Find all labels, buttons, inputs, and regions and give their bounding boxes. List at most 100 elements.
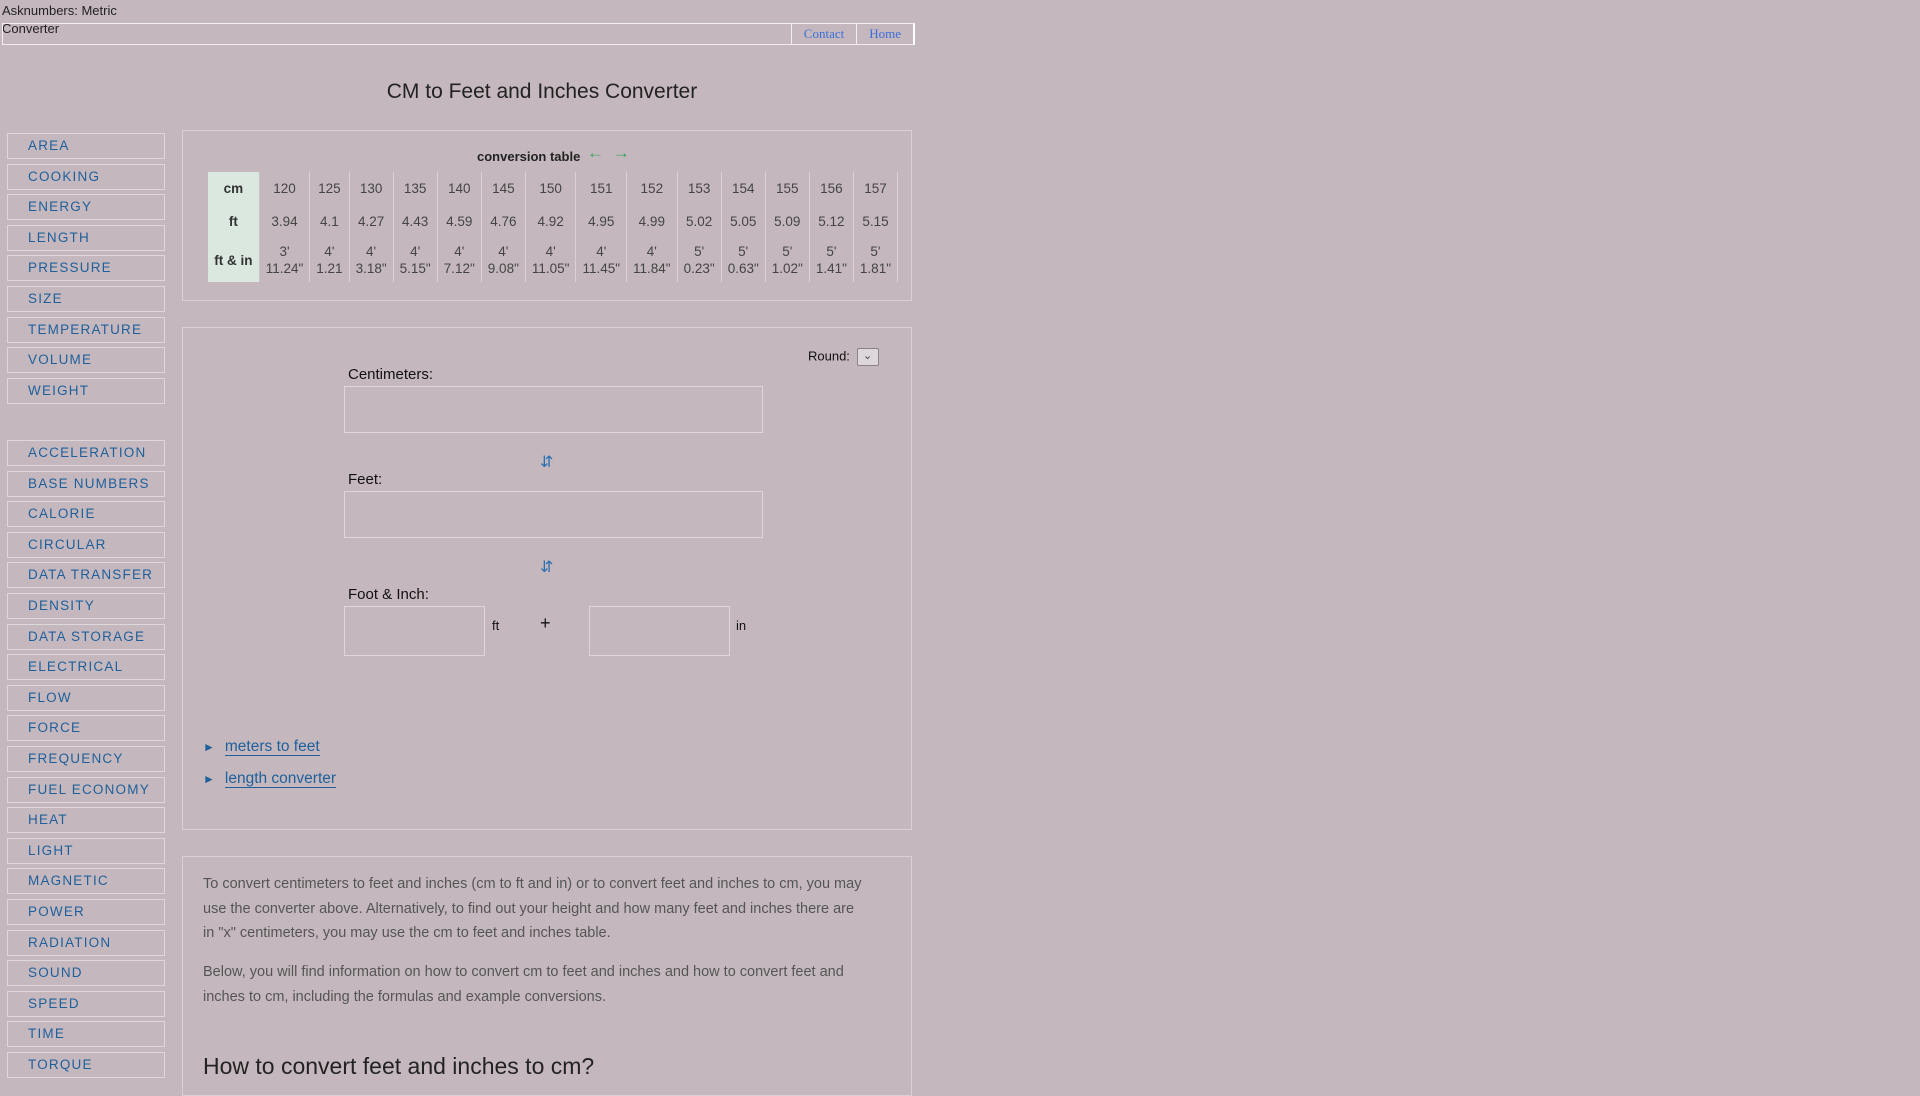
- related-link-length-converter: ► length converter: [203, 770, 337, 788]
- table-cell-ft: 4.1: [309, 205, 350, 238]
- table-cell-cm: 153: [677, 172, 722, 205]
- sidebar-item-circular[interactable]: CIRCULAR: [7, 531, 165, 558]
- sidebar-item-base-numbers[interactable]: BASE NUMBERS: [7, 470, 165, 497]
- article-paragraph-2: Below, you will find information on how …: [203, 964, 844, 1005]
- sidebar-item-acceleration[interactable]: ACCELERATION: [7, 440, 165, 466]
- table-cell-cm: 152: [626, 172, 678, 205]
- round-label: Round:: [808, 348, 850, 364]
- swap-arrows-icon: ⇵: [540, 559, 554, 576]
- contact-link[interactable]: Contact: [790, 24, 856, 44]
- table-cell-cm: 155: [765, 172, 810, 205]
- table-cell-ftin: 5' 1.81": [853, 238, 898, 282]
- sidebar-item-power[interactable]: POWER: [7, 898, 165, 925]
- table-cell-ft: 5.12: [809, 205, 854, 238]
- chevron-down-icon: ⌄: [862, 350, 873, 362]
- sidebar-item-light[interactable]: LIGHT: [7, 837, 165, 864]
- ftin-feet: 4': [324, 244, 335, 259]
- table-cell-ft: 5.15: [853, 205, 898, 238]
- feet-label: Feet:: [348, 471, 383, 488]
- sidebar-item-radiation[interactable]: RADIATION: [7, 929, 165, 956]
- ftin-feet: 5': [782, 244, 793, 259]
- meters-to-feet-link[interactable]: meters to feet: [224, 738, 320, 756]
- sidebar-item-volume[interactable]: VOLUME: [7, 347, 165, 374]
- page-title: CM to Feet and Inches Converter: [386, 80, 698, 103]
- table-scroll-arrows[interactable]: ← →: [587, 143, 632, 163]
- sidebar-item-time[interactable]: TIME: [7, 1021, 165, 1048]
- sidebar-item-heat[interactable]: HEAT: [7, 807, 165, 834]
- sidebar-primary: AREA COOKING ENERGY LENGTH PRESSURE SIZE TEMPE…: [7, 133, 165, 408]
- table-cell-ft: 4.27: [349, 205, 394, 238]
- sidebar-item-area[interactable]: AREA: [7, 133, 165, 159]
- sidebar-item-force[interactable]: FORCE: [7, 715, 165, 742]
- article-paragraph-1: To convert centimeters to feet and inche…: [203, 876, 862, 941]
- table-cell-ftin: 4' 5.15": [393, 238, 438, 282]
- sidebar-item-frequency[interactable]: FREQUENCY: [7, 745, 165, 772]
- ftin-feet: 4': [596, 244, 607, 259]
- foot-input[interactable]: [344, 606, 485, 656]
- table-cell-ftin: 5' 0.63": [721, 238, 766, 282]
- sidebar-item-cooking[interactable]: COOKING: [7, 163, 165, 190]
- ftin-inches: 0.23": [683, 261, 715, 276]
- in-unit-label: in: [736, 618, 747, 633]
- ftin-feet: 5': [870, 244, 881, 259]
- sidebar-item-temperature[interactable]: TEMPERATURE: [7, 316, 165, 343]
- ftin-feet: 4': [410, 244, 421, 259]
- table-cell-ftin: 5' 0.23": [677, 238, 722, 282]
- sidebar-item-pressure[interactable]: PRESSURE: [7, 255, 165, 282]
- table-cell-cm: 151: [575, 172, 628, 205]
- sidebar-item-speed[interactable]: SPEED: [7, 990, 165, 1017]
- conversion-table-panel: conversion table ← → cm 120 125 130 135 140 14…: [182, 130, 912, 301]
- sidebar-item-torque[interactable]: TORQUE: [7, 1051, 165, 1078]
- sidebar-item-calorie[interactable]: CALORIE: [7, 501, 165, 528]
- sidebar-item-data-storage[interactable]: DATA STORAGE: [7, 623, 165, 650]
- sidebar-item-fuel-economy[interactable]: FUEL ECONOMY: [7, 776, 165, 803]
- sidebar-item-density[interactable]: DENSITY: [7, 592, 165, 619]
- sidebar-item-electrical[interactable]: ELECTRICAL: [7, 654, 165, 681]
- triangle-right-icon: ►: [203, 772, 215, 786]
- table-cell-ft: 4.95: [575, 205, 628, 238]
- sidebar-item-data-transfer[interactable]: DATA TRANSFER: [7, 562, 165, 589]
- sidebar-item-flow[interactable]: FLOW: [7, 684, 165, 711]
- row-header-cm: cm: [208, 172, 260, 205]
- sidebar-item-sound[interactable]: SOUND: [7, 960, 165, 987]
- length-converter-link[interactable]: length converter: [224, 770, 337, 788]
- table-cell-ftin: 5' 1.02": [765, 238, 810, 282]
- plus-sign: +: [540, 613, 551, 633]
- ftin-feet: 4': [454, 244, 465, 259]
- ftin-inches: 3.18": [355, 261, 387, 276]
- ftin-feet: 5': [694, 244, 705, 259]
- ftin-inches: 11.05": [531, 261, 570, 276]
- table-cell-ftin: 4' 11.05": [525, 238, 577, 282]
- feet-input[interactable]: [344, 491, 763, 538]
- table-cell-ft: 4.43: [393, 205, 438, 238]
- sidebar-item-size[interactable]: SIZE: [7, 285, 165, 312]
- table-cell-ftin: 4' 3.18": [349, 238, 394, 282]
- table-cell-cm: 145: [481, 172, 526, 205]
- article-panel: To convert centimeters to feet and inche…: [182, 856, 912, 1096]
- conversion-table-scroll[interactable]: cm 120 125 130 135 140 145 150 151 152 153 154 155 15…: [208, 172, 898, 284]
- inch-input[interactable]: [589, 606, 730, 656]
- foot-inch-label: Foot & Inch:: [348, 586, 429, 603]
- table-cell-cm: 135: [393, 172, 438, 205]
- related-link-meters-to-feet: ► meters to feet: [203, 738, 320, 756]
- sidebar-item-magnetic[interactable]: MAGNETIC: [7, 868, 165, 895]
- table-cell-ft: 4.92: [525, 205, 577, 238]
- sidebar-item-length[interactable]: LENGTH: [7, 224, 165, 251]
- sidebar-item-weight[interactable]: WEIGHT: [7, 377, 165, 404]
- centimeters-input[interactable]: [344, 386, 763, 433]
- table-cell-ftin: 3' 11.24": [259, 238, 311, 282]
- home-link[interactable]: Home: [856, 24, 913, 44]
- ftin-feet: 5': [826, 244, 837, 259]
- round-select[interactable]: ⌄: [856, 348, 879, 366]
- table-cell-ft: 3.94: [259, 205, 311, 238]
- ftin-inches: 1.81": [859, 261, 891, 276]
- table-cell-ft: 4.59: [437, 205, 482, 238]
- table-cell-ft: 4.76: [481, 205, 526, 238]
- ftin-inches: 0.63": [727, 261, 759, 276]
- ftin-inches: 11.45": [582, 261, 621, 276]
- ftin-inches: 1.02": [771, 261, 803, 276]
- ftin-inches: 9.08": [487, 261, 519, 276]
- sidebar-item-energy[interactable]: ENERGY: [7, 194, 165, 221]
- article-heading: How to convert feet and inches to cm?: [203, 1053, 595, 1079]
- ftin-inches: 1.41": [815, 261, 847, 276]
